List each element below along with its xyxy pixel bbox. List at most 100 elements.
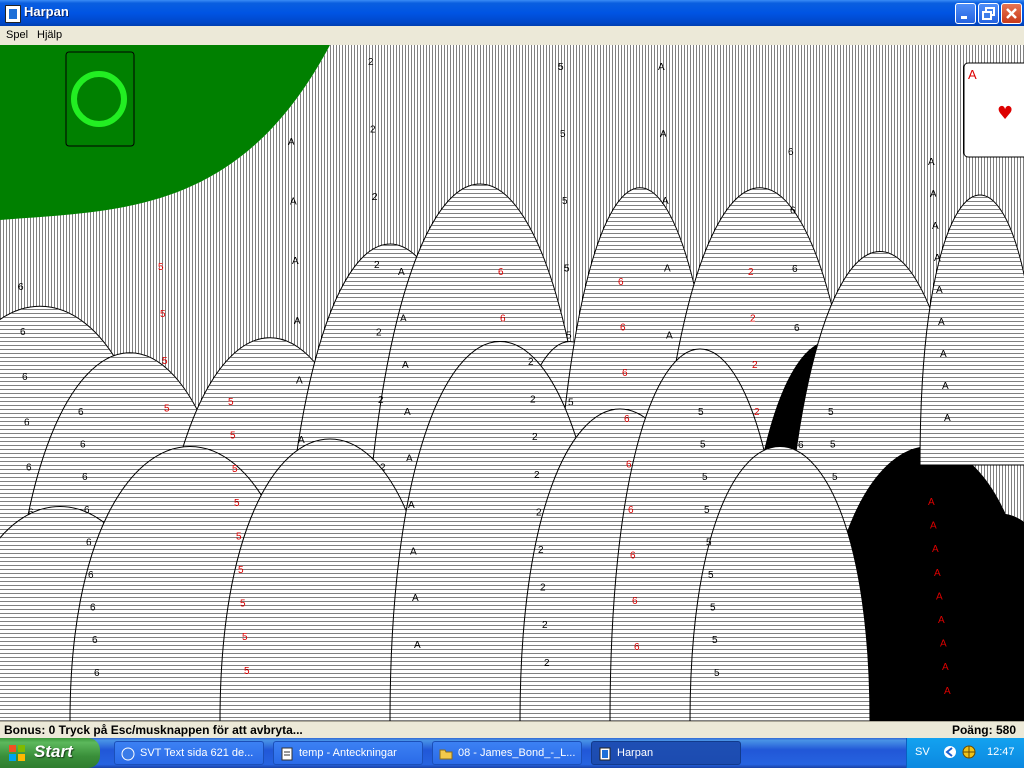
- card-rank-label: 5: [164, 403, 170, 414]
- card-rank-label: 6: [80, 440, 86, 451]
- card-app-icon[interactable]: [5, 5, 21, 23]
- card-rank-label: 5: [162, 356, 168, 367]
- card-rank-label: 2: [374, 260, 380, 271]
- task-label: Harpan: [617, 747, 654, 759]
- card-rank-label: 6: [24, 417, 30, 428]
- card-cascade-board: 6 6 6 6 6 6 6 6 6 5 5 5 5 5 5 5 5 5 A A A A A A A A A 2 2 2 2 2 2 2 2 2 6 6 6 6…: [0, 45, 1024, 721]
- task-button-browser[interactable]: SVT Text sida 621 de...: [114, 741, 264, 765]
- minimize-icon: [961, 16, 967, 19]
- card-rank-label: A: [294, 316, 301, 327]
- card-rank-label: 5: [714, 668, 720, 679]
- card-rank-label: 5: [236, 531, 242, 542]
- card-rank-label: A: [938, 615, 945, 626]
- task-label: 08 - James_Bond_-_L...: [458, 747, 576, 759]
- card-rank-label: A: [930, 189, 937, 200]
- arrow-icon[interactable]: [943, 745, 957, 759]
- card-rank-label: 6: [634, 642, 640, 653]
- start-button[interactable]: Start: [0, 738, 100, 768]
- card-rank-label: 2: [370, 125, 376, 136]
- card-rank-label: 5: [562, 196, 568, 207]
- language-indicator[interactable]: SV: [915, 746, 930, 758]
- task-label: SVT Text sida 621 de...: [140, 747, 254, 759]
- card-rank-label: 6: [618, 277, 624, 288]
- card-rank-label: 5: [560, 129, 566, 140]
- card-rank-label: 5: [160, 309, 166, 320]
- card-rank-label: 5: [244, 666, 250, 677]
- card-rank-label: A: [408, 500, 415, 511]
- card-rank-label: A: [412, 593, 419, 604]
- card-rank-label: A: [928, 157, 935, 168]
- start-label: Start: [34, 742, 73, 761]
- card-rank-label: 2: [372, 192, 378, 203]
- card-rank-label: A: [398, 267, 405, 278]
- card-rank-label: 2: [534, 470, 540, 481]
- clock: 12:47: [987, 746, 1015, 758]
- task-button-notepad[interactable]: temp - Anteckningar: [273, 741, 423, 765]
- top-right-card-rank: A: [968, 67, 977, 82]
- card-rank-label: 5: [228, 397, 234, 408]
- card-rank-label: 6: [628, 505, 634, 516]
- card-rank-label: 6: [90, 603, 96, 614]
- card-rank-label: 5: [706, 537, 712, 548]
- card-rank-label: A: [298, 435, 305, 446]
- card-rank-label: A: [664, 263, 671, 274]
- minimize-button[interactable]: [955, 3, 976, 24]
- card-rank-label: 6: [796, 381, 802, 392]
- card-rank-label: 2: [528, 357, 534, 368]
- top-right-card[interactable]: A ♥: [963, 62, 1024, 158]
- card-rank-label: 6: [794, 323, 800, 334]
- notepad-icon: [281, 747, 293, 761]
- card-rank-label: 6: [88, 570, 94, 581]
- network-icon[interactable]: [962, 745, 976, 759]
- card-rank-label: 6: [22, 372, 28, 383]
- card-rank-label: A: [936, 285, 943, 296]
- card-rank-label: A: [400, 314, 407, 325]
- card-rank-label: 2: [542, 620, 548, 631]
- card-rank-label: 6: [26, 462, 32, 473]
- card-rank-label: 6: [20, 327, 26, 338]
- maximize-button[interactable]: [978, 3, 999, 24]
- close-button[interactable]: [1001, 3, 1022, 24]
- card-rank-label: A: [296, 375, 303, 386]
- card-rank-label: 5: [242, 632, 248, 643]
- menu-item-hjalp[interactable]: Hjälp: [37, 29, 62, 41]
- card-rank-label: 2: [368, 57, 374, 68]
- card-rank-label: 5: [238, 565, 244, 576]
- card-rank-label: A: [660, 129, 667, 140]
- card-rank-label: 5: [230, 431, 236, 442]
- window-title: Harpan: [24, 4, 69, 19]
- card-rank-label: 6: [630, 551, 636, 562]
- card-rank-label: 5: [566, 330, 572, 341]
- card-rank-label: 2: [532, 432, 538, 443]
- card-rank-label: 6: [18, 282, 24, 293]
- card-cascade: 6 6 6 6 6 6 6 6 6 5 5 5 5 5 5 5 5 5 A A A A A A A A A 2 2 2 2 2 2 2 2 2 6 6 6 6…: [0, 45, 1024, 721]
- taskbar: Start SVT Text sida 621 de... temp - Ant…: [0, 738, 1024, 768]
- card-rank-label: A: [942, 381, 949, 392]
- game-area[interactable]: 6 6 6 6 6 6 6 6 6 5 5 5 5 5 5 5 5 5 A A A A A A A A A 2 2 2 2 2 2 2 2 2 6 6 6 6…: [0, 45, 1024, 721]
- card-rank-label: 6: [82, 472, 88, 483]
- card-rank-label: 5: [832, 472, 838, 483]
- card-rank-label: 6: [500, 314, 506, 325]
- menu-item-spel[interactable]: Spel: [6, 29, 28, 41]
- card-rank-label: 5: [158, 262, 164, 273]
- card-rank-label: 5: [828, 407, 834, 418]
- status-bar: Bonus: 0 Tryck på Esc/musknappen för att…: [0, 721, 1024, 739]
- task-button-harpan[interactable]: Harpan: [591, 741, 741, 765]
- foundation-ring-icon: [71, 71, 127, 127]
- card-rank-label: 5: [700, 440, 706, 451]
- card-rank-label: 5: [830, 440, 836, 451]
- card-rank-label: A: [662, 196, 669, 207]
- foundation-slot[interactable]: [65, 51, 135, 147]
- card-rank-label: 6: [84, 505, 90, 516]
- card-rank-label: 6: [632, 596, 638, 607]
- folder-icon: [439, 749, 453, 760]
- card-rank-label: A: [938, 317, 945, 328]
- card-rank-label: 6: [92, 635, 98, 646]
- card-rank-label: A: [944, 413, 951, 424]
- card-rank-label: A: [934, 568, 941, 579]
- task-button-folder[interactable]: 08 - James_Bond_-_L...: [432, 741, 582, 765]
- card-rank-label: 5: [564, 263, 570, 274]
- close-icon: [1006, 8, 1017, 19]
- card-rank-label: 6: [788, 147, 794, 158]
- card-rank-label: 6: [622, 368, 628, 379]
